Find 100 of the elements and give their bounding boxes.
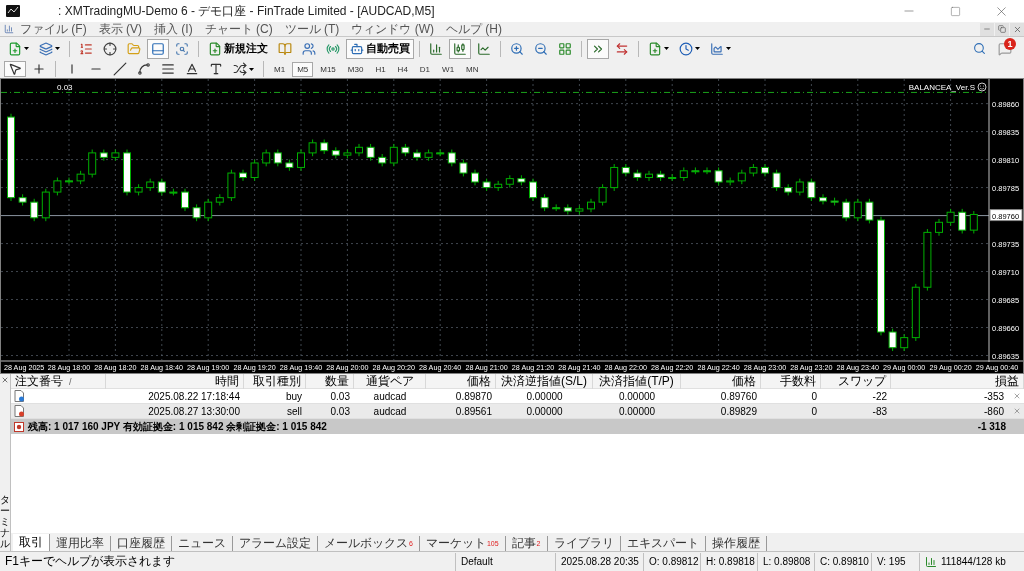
grid-icon: [558, 41, 572, 56]
app-logo-icon: [6, 5, 20, 17]
stack-icon: [39, 41, 53, 56]
panel-tab[interactable]: 取引: [13, 534, 50, 551]
candlestick: [865, 198, 874, 224]
restore-icon: [998, 25, 1006, 33]
zoom-out-icon: [534, 41, 548, 56]
table-cell-text: audcad: [372, 405, 408, 417]
table-cell-text: sell: [286, 405, 303, 417]
area-chart-icon: [710, 41, 724, 56]
close-icon: [1, 376, 9, 384]
book-icon: [278, 41, 292, 56]
robot-icon: [350, 41, 364, 56]
candlestick: [958, 208, 967, 234]
caret-icon: [55, 47, 60, 50]
menu-item[interactable]: 挿入 (I): [148, 20, 199, 38]
maximize-icon: [949, 5, 961, 17]
account-summary: 残高: 1 017 160 JPY 有効証拠金: 1 015 842 余剰証拠金: 1 015 842: [28, 419, 328, 434]
timeframe-button[interactable]: M1: [269, 61, 291, 77]
window-title: : XMTradingMU-Demo 6 - デモ口座 - FinTrade Limited - [AUDCAD,M5]: [58, 2, 436, 20]
minimize-icon: [983, 25, 991, 33]
candlestick: [413, 149, 421, 162]
timeframe-button[interactable]: MN: [461, 61, 484, 77]
table-cell-text: 0.89829: [719, 405, 758, 417]
toolbar-button[interactable]: 新規注文: [204, 38, 272, 59]
panel-tab[interactable]: エキスパート: [620, 536, 706, 551]
panel-tab[interactable]: 口座履歴: [111, 536, 172, 551]
timeframe-button[interactable]: W1: [437, 61, 460, 77]
timeframe-button[interactable]: M5: [292, 61, 314, 77]
toolbar-button[interactable]: [4, 61, 26, 77]
menu-item[interactable]: チャート (C): [198, 20, 279, 38]
candlestick: [598, 183, 607, 207]
total-profit: -1 318: [977, 421, 1006, 432]
lines-icon: [161, 62, 175, 76]
toolbar-button[interactable]: [449, 38, 471, 59]
close-button[interactable]: [1010, 22, 1024, 36]
timeframe-button[interactable]: D1: [414, 61, 436, 77]
restore-button[interactable]: [995, 22, 1009, 36]
candlestick: [250, 159, 259, 182]
table-cell-text: buy: [284, 390, 303, 402]
timeframe-button[interactable]: M15: [315, 61, 341, 77]
toolbar-button[interactable]: 自動売買: [346, 38, 414, 59]
chart-info: 0.03: [57, 83, 73, 92]
menu-item[interactable]: ヘルプ (H): [440, 20, 508, 38]
menu-item[interactable]: ファイル (F): [14, 20, 93, 38]
table-cell-text: 0: [810, 390, 818, 402]
low-price: L: 0.89808: [757, 552, 814, 571]
table-cell-text: 0.00000: [617, 390, 657, 402]
panel-tab[interactable]: ライブラリ: [547, 536, 621, 551]
list-icon: [79, 41, 93, 56]
candlestick: [297, 149, 305, 172]
table-cell-text: 0.89760: [719, 390, 758, 402]
bar-chart-icon: [429, 41, 443, 56]
panel-title: ターミナル: [0, 494, 10, 549]
document-plus-icon: [208, 41, 222, 56]
menu-item[interactable]: ツール (T): [278, 20, 346, 38]
crosshair-icon: [32, 62, 46, 76]
traffic-text: 111844/128 kb: [941, 556, 1006, 567]
close-icon[interactable]: [1013, 407, 1021, 415]
panel-icon: [151, 41, 165, 56]
menu-item[interactable]: 表示 (V): [92, 20, 148, 38]
arrows-icon: [233, 62, 247, 76]
open-price: O: 0.89812: [643, 552, 700, 571]
candlestick: [645, 170, 653, 182]
search-icon[interactable]: [973, 42, 986, 55]
table-cell-text: 2025.08.22 17:18:44: [147, 390, 241, 402]
menu-item[interactable]: ウィンドウ (W): [345, 20, 440, 38]
trend-line-icon: [113, 62, 127, 76]
panel-tab[interactable]: アラーム設定: [233, 536, 318, 551]
table-cell-text: -83: [871, 405, 888, 417]
candlestick: [703, 166, 711, 175]
table-cell-text: -22: [871, 390, 888, 402]
panel-tab[interactable]: 操作履歴: [705, 536, 767, 551]
panel-tab[interactable]: ニュース: [172, 536, 233, 551]
candlestick: [389, 143, 398, 167]
candlestick: [772, 169, 781, 192]
close-icon[interactable]: [1013, 392, 1021, 400]
cursor-icon: [8, 62, 22, 76]
label-icon: [209, 62, 223, 76]
candlestick: [969, 210, 978, 234]
timeframe-button[interactable]: H4: [392, 61, 413, 77]
timeframe-button[interactable]: H1: [370, 61, 391, 77]
caret-icon: [726, 47, 731, 50]
document-plus-icon: [648, 41, 662, 56]
panel-tab[interactable]: 運用比率: [50, 536, 111, 551]
candlestick: [181, 188, 189, 212]
curve-icon: [137, 62, 151, 76]
table-cell-text: 0.00000: [525, 390, 564, 402]
notification-badge: 1: [1004, 37, 1016, 50]
candlestick: [239, 169, 247, 182]
timeframe-button[interactable]: M30: [342, 61, 369, 77]
table-cell-text: 2025.08.27 13:30:00: [147, 405, 241, 417]
close-button[interactable]: [1, 376, 9, 384]
candlestick: [853, 198, 862, 222]
table-cell-text: 0.00000: [617, 405, 657, 417]
messages-button[interactable]: 1: [998, 41, 1012, 56]
candlestick: [610, 163, 619, 192]
caret-icon: [695, 47, 700, 50]
expert-label: BALANCEA_Ver.S: [908, 83, 975, 92]
caret-icon: [24, 47, 29, 50]
